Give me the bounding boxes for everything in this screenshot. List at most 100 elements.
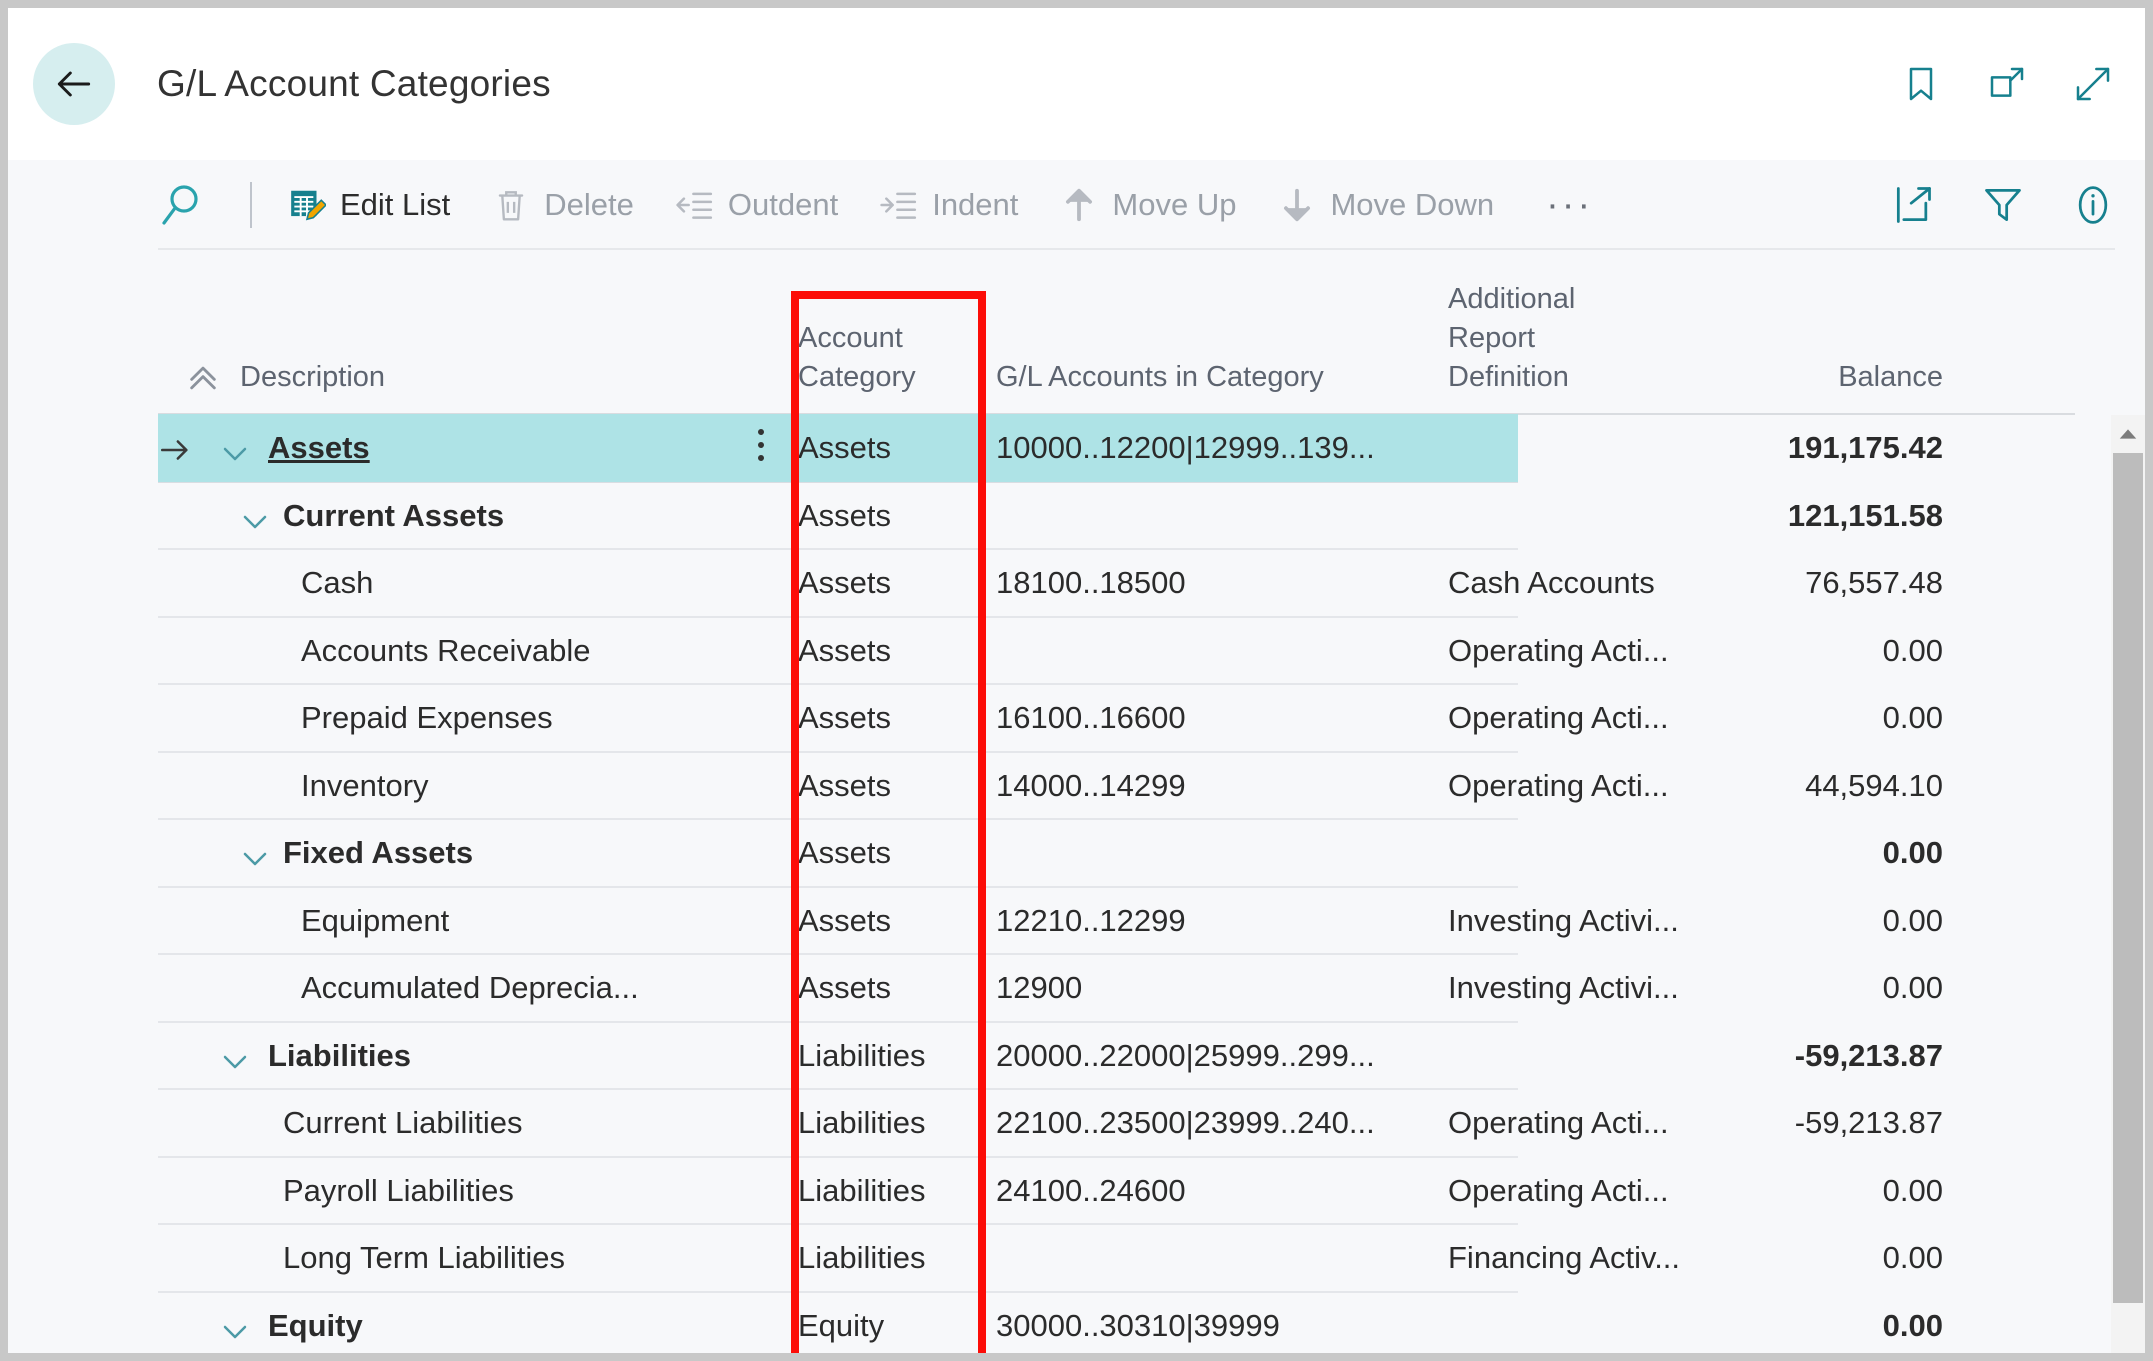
command-bar: Edit List Delete Outdent Indent Move Up … [8, 160, 2145, 250]
info-icon[interactable] [2071, 183, 2115, 227]
cell-account-category[interactable]: Assets [798, 618, 993, 684]
edit-list-button[interactable]: Edit List [288, 186, 450, 224]
expand-collapse-chevron-icon[interactable] [240, 507, 270, 528]
table-row[interactable]: Current Assets Assets 121,151.58 [158, 483, 1943, 550]
cell-account-category[interactable]: Assets [798, 753, 993, 819]
search-icon[interactable] [158, 181, 206, 229]
cell-balance[interactable]: 0.00 [1263, 888, 1943, 954]
outdent-button[interactable]: Outdent [676, 186, 838, 224]
table-row[interactable]: Equity Equity 30000..30310|39999 0.00 [158, 1293, 1943, 1354]
table-row[interactable]: Assets Assets 10000..12200|12999..139... 19… [158, 414, 1943, 483]
expand-icon[interactable] [2071, 62, 2115, 106]
cell-description[interactable]: Assets [268, 415, 738, 481]
table-row[interactable]: Liabilities Liabilities 20000..22000|25999… [158, 1023, 1943, 1090]
outdent-icon [676, 186, 714, 224]
cell-balance[interactable]: 121,151.58 [1263, 483, 1943, 549]
expand-collapse-chevron-icon[interactable] [220, 1047, 250, 1068]
cell-balance[interactable]: 0.00 [1263, 685, 1943, 751]
column-header-description[interactable]: Description [240, 358, 800, 397]
row-options-kebab-icon[interactable] [756, 429, 766, 467]
cell-balance[interactable]: 76,557.48 [1263, 550, 1943, 616]
cell-account-category[interactable]: Equity [798, 1293, 993, 1354]
grid-area: Description Account Category G/L Account… [8, 250, 2145, 1353]
grid-header-row: Description Account Category G/L Account… [158, 250, 2075, 415]
cell-description[interactable]: Current Assets [283, 483, 753, 549]
cell-balance[interactable]: 0.00 [1263, 1225, 1943, 1291]
cell-description[interactable]: Accumulated Deprecia... [301, 955, 771, 1021]
delete-button[interactable]: Delete [492, 186, 634, 224]
cell-balance[interactable]: 0.00 [1263, 1293, 1943, 1354]
cell-description[interactable]: Equity [268, 1293, 738, 1354]
edit-list-label: Edit List [340, 187, 451, 222]
cell-description[interactable]: Accounts Receivable [301, 618, 771, 684]
vertical-scrollbar[interactable] [2111, 415, 2145, 1353]
cell-account-category[interactable]: Liabilities [798, 1090, 993, 1156]
move-down-icon [1278, 186, 1316, 224]
column-header-account-category[interactable]: Account Category [798, 319, 988, 397]
cell-account-category[interactable]: Assets [798, 955, 993, 1021]
cell-account-category[interactable]: Assets [798, 820, 993, 886]
cell-description[interactable]: Inventory [301, 753, 771, 819]
cell-description[interactable]: Fixed Assets [283, 820, 753, 886]
cell-account-category[interactable]: Liabilities [798, 1225, 993, 1291]
table-row[interactable]: Cash Assets 18100..18500 Cash Accounts 76,55… [158, 550, 1943, 618]
cell-description[interactable]: Long Term Liabilities [283, 1225, 753, 1291]
move-up-button[interactable]: Move Up [1060, 186, 1236, 224]
cell-description[interactable]: Equipment [301, 888, 771, 954]
column-header-additional-report-definition[interactable]: Additional Report Definition [1448, 280, 1688, 397]
move-down-button[interactable]: Move Down [1278, 186, 1494, 224]
cell-description[interactable]: Cash [301, 550, 771, 616]
cell-description[interactable]: Liabilities [268, 1023, 738, 1089]
table-row[interactable]: Equipment Assets 12210..12299 Investing Act… [158, 888, 1943, 955]
cell-balance[interactable]: 0.00 [1263, 1158, 1943, 1224]
cell-account-category[interactable]: Liabilities [798, 1023, 993, 1089]
expand-collapse-chevron-icon[interactable] [240, 844, 270, 866]
cell-description[interactable]: Payroll Liabilities [283, 1158, 753, 1224]
cell-account-category[interactable]: Assets [798, 415, 993, 481]
cell-description[interactable]: Current Liabilities [283, 1090, 753, 1156]
share-icon[interactable] [1891, 183, 1935, 227]
table-row[interactable]: Inventory Assets 14000..14299 Operating Act… [158, 753, 1943, 820]
back-button[interactable] [33, 43, 115, 125]
filter-icon[interactable] [1981, 183, 2025, 227]
cell-balance[interactable]: 44,594.10 [1263, 753, 1943, 819]
table-row[interactable]: Prepaid Expenses Assets 16100..16600 Operat… [158, 685, 1943, 753]
business-central-page: G/L Account Categories Edit List Delete … [8, 8, 2145, 1353]
move-up-label: Move Up [1112, 187, 1237, 222]
cell-account-category[interactable]: Liabilities [798, 1158, 993, 1224]
cell-balance[interactable]: 191,175.42 [1263, 415, 1943, 481]
grid-rows: Assets Assets 10000..12200|12999..139... 19… [158, 414, 2075, 1354]
bookmark-icon[interactable] [1899, 62, 1943, 106]
move-down-label: Move Down [1330, 187, 1495, 222]
column-header-balance[interactable]: Balance [1698, 358, 1943, 397]
table-row[interactable]: Long Term Liabilities Liabilities Financin… [158, 1225, 1943, 1293]
table-row[interactable]: Payroll Liabilities Liabilities 24100..246… [158, 1158, 1943, 1225]
cell-balance[interactable]: 0.00 [1263, 955, 1943, 1021]
indent-button[interactable]: Indent [880, 186, 1018, 224]
cell-description[interactable]: Prepaid Expenses [301, 685, 771, 751]
expand-collapse-chevron-icon[interactable] [220, 1317, 250, 1338]
cell-balance[interactable]: -59,213.87 [1263, 1023, 1943, 1089]
cell-balance[interactable]: 0.00 [1263, 618, 1943, 684]
move-up-icon [1060, 186, 1098, 224]
title-bar: G/L Account Categories [8, 8, 2145, 160]
cell-account-category[interactable]: Assets [798, 685, 993, 751]
table-row[interactable]: Current Liabilities Liabilities 22100..235… [158, 1090, 1943, 1158]
delete-label: Delete [544, 187, 634, 222]
sort-ascending-icon[interactable] [186, 361, 220, 391]
scroll-up-arrow-icon[interactable] [2111, 415, 2145, 453]
table-row[interactable]: Accumulated Deprecia... Assets 12900 Invest… [158, 955, 1943, 1023]
expand-collapse-chevron-icon[interactable] [220, 439, 250, 461]
table-row[interactable]: Accounts Receivable Assets Operating Acti.… [158, 618, 1943, 685]
open-in-new-window-icon[interactable] [1985, 62, 2029, 106]
cell-account-category[interactable]: Assets [798, 550, 993, 616]
column-header-gl-accounts[interactable]: G/L Accounts in Category [996, 358, 1456, 397]
cell-account-category[interactable]: Assets [798, 483, 993, 549]
cell-balance[interactable]: 0.00 [1263, 820, 1943, 886]
scrollbar-thumb[interactable] [2113, 453, 2143, 1303]
cell-account-category[interactable]: Assets [798, 888, 993, 954]
cell-balance[interactable]: -59,213.87 [1263, 1090, 1943, 1156]
table-row[interactable]: Fixed Assets Assets 0.00 [158, 820, 1943, 888]
page-title: G/L Account Categories [157, 63, 551, 104]
more-options-button[interactable]: ··· [1546, 186, 1593, 224]
